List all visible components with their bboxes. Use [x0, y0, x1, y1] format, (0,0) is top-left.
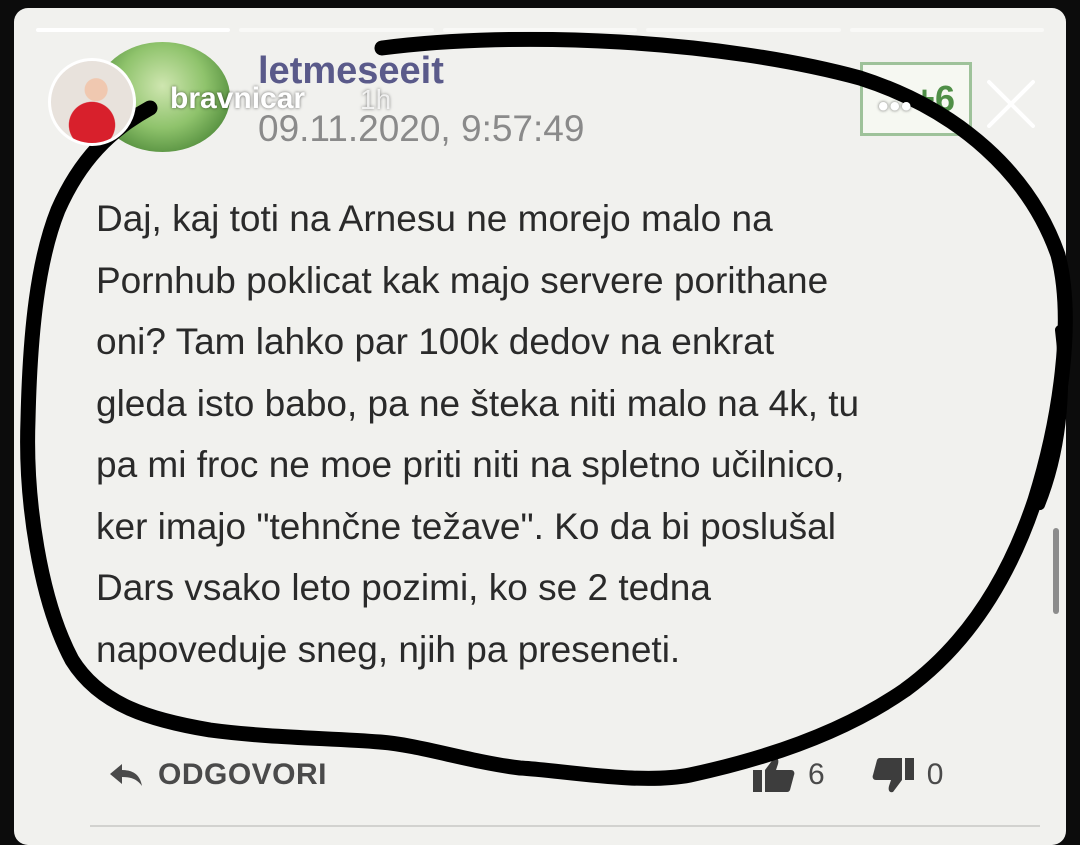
story-progress-segment — [646, 28, 841, 32]
comment-body-line: gleda isto babo, pa ne šteka niti malo n… — [96, 382, 860, 424]
scrollbar[interactable] — [1053, 528, 1059, 614]
reply-arrow-icon — [110, 764, 142, 786]
comment-body: Daj, kaj toti na Arnesu ne morejo malo n… — [96, 188, 996, 680]
comment-score: +6 — [860, 62, 972, 136]
comment-body-line: Daj, kaj toti na Arnesu ne morejo malo n… — [96, 198, 773, 239]
reply-label: ODGOVORI — [158, 758, 328, 791]
story-username[interactable]: bravnicar — [170, 82, 305, 116]
upvote-count: 6 — [808, 758, 825, 791]
downvote-button[interactable]: 0 — [871, 756, 944, 794]
downvote-count: 0 — [926, 758, 944, 791]
thumbs-up-icon — [753, 757, 795, 792]
comment-body-line: oni? Tam lahko par 100k dedov na enkrat — [96, 321, 775, 362]
story-progress-segment — [239, 28, 434, 32]
story-progress-segment — [36, 28, 231, 32]
story-avatar[interactable] — [48, 58, 136, 146]
comment-date: 09.11.2020, 9:57:49 — [258, 108, 585, 149]
comment-body-line: Dars vsako leto pozimi, ko se 2 tedna — [96, 567, 711, 608]
divider — [90, 825, 1040, 827]
story-progress-segment — [849, 28, 1045, 32]
comment-body-line: Pornhub poklicat kak majo servere porith… — [96, 259, 829, 301]
upvote-button[interactable]: 6 — [752, 756, 825, 794]
story-progress-segment — [442, 28, 638, 32]
reply-button[interactable]: ODGOVORI — [108, 758, 327, 792]
comment-body-line: pa mi froc ne moe priti niti na spletno … — [96, 444, 845, 485]
more-options-button[interactable]: ••• — [878, 90, 913, 124]
close-icon[interactable] — [983, 76, 1039, 132]
vote-controls: 6 0 — [752, 756, 943, 794]
story-time: 1h — [360, 84, 392, 115]
thumbs-down-icon — [872, 758, 914, 793]
story-progress-bar — [36, 28, 1045, 32]
comment-body-line: ker imajo "tehnčne težave". Ko da bi pos… — [96, 505, 836, 547]
comment-body-line: napoveduje sneg, njih pa preseneti. — [96, 628, 681, 670]
